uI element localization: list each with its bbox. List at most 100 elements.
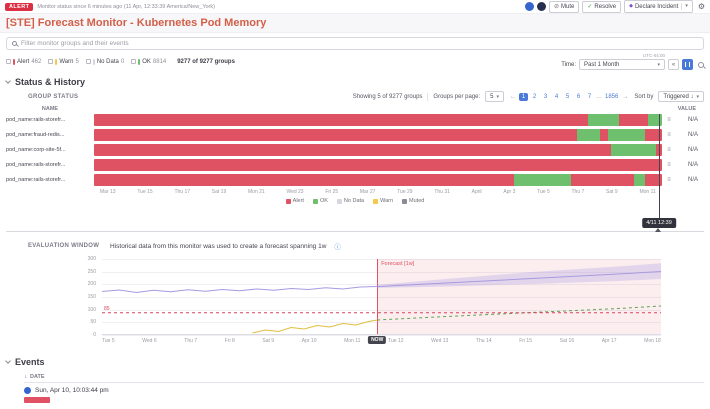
y-axis-label: 100 bbox=[88, 307, 96, 313]
time-scrubber[interactable] bbox=[0, 228, 710, 234]
monitor-status-since-text: Monitor status since 6 minutes ago (11 A… bbox=[37, 4, 215, 10]
chevron-down-icon[interactable]: ▾ bbox=[685, 4, 688, 9]
axis-tick-label: Mon 21 bbox=[248, 189, 265, 195]
pan-left-button[interactable]: « bbox=[668, 59, 679, 70]
x-axis-label: Sat 9 bbox=[262, 338, 274, 344]
scrubber-track[interactable] bbox=[6, 231, 704, 232]
checkbox[interactable] bbox=[6, 59, 11, 64]
page-button[interactable]: 3 bbox=[541, 93, 550, 101]
status-history-bar[interactable] bbox=[94, 159, 662, 171]
event-status-chip bbox=[24, 397, 50, 403]
row-menu-icon[interactable]: ≡ bbox=[662, 147, 676, 153]
user-avatar[interactable] bbox=[537, 2, 546, 11]
x-axis-label: Tue 5 bbox=[102, 338, 115, 344]
group-value: N/A bbox=[676, 132, 704, 138]
legend-swatch bbox=[373, 199, 378, 204]
scrubber-handle[interactable] bbox=[655, 228, 661, 232]
search-row bbox=[0, 33, 710, 53]
group-name[interactable]: pod_name:rails-storefr... bbox=[6, 177, 94, 183]
page-button[interactable]: 1856 bbox=[604, 93, 619, 101]
mute-button[interactable]: ⊘ Mute bbox=[549, 1, 579, 13]
events-section-header[interactable]: Events bbox=[0, 351, 710, 370]
status-history-bar[interactable] bbox=[94, 129, 662, 141]
legend-item: Muted bbox=[402, 198, 424, 204]
x-axis-label: Wed 13 bbox=[431, 338, 448, 344]
filter-count: 5 bbox=[75, 59, 78, 65]
axis-tick-label: Mar 27 bbox=[360, 189, 376, 195]
groups-per-page-select[interactable]: 5 ▾ bbox=[485, 91, 504, 102]
group-status-table: pod_name:rails-storefr...≡N/Apod_name:fr… bbox=[0, 112, 710, 204]
filter-no_data[interactable]: No Data0 bbox=[86, 59, 124, 65]
group-name[interactable]: pod_name:rails-storefr... bbox=[6, 117, 94, 123]
now-marker[interactable]: NOW bbox=[368, 336, 386, 344]
page-button[interactable]: 5 bbox=[563, 93, 572, 101]
y-axis-label: 250 bbox=[88, 269, 96, 275]
group-status-table-header: NAME VALUE bbox=[0, 104, 710, 112]
filter-alert[interactable]: Alert462 bbox=[6, 59, 41, 65]
events-section-title: Events bbox=[15, 357, 45, 367]
time-controls: UTC-04:00 Time: Past 1 Month ▾ « bbox=[561, 53, 704, 70]
table-row: pod_name:rails-storefr...≡N/A bbox=[6, 114, 704, 126]
status-swatch bbox=[13, 59, 15, 65]
page-button[interactable]: 6 bbox=[574, 93, 583, 101]
event-row[interactable]: Sun, Apr 10, 10:03:44 pm bbox=[24, 383, 704, 396]
gear-icon[interactable]: ⚙ bbox=[698, 2, 705, 11]
group-name[interactable]: pod_name:corp-site-5f... bbox=[6, 147, 94, 153]
filter-ok[interactable]: OK8814 bbox=[131, 59, 166, 65]
row-menu-icon[interactable]: ≡ bbox=[662, 117, 676, 123]
timeline-view-toggle[interactable] bbox=[682, 59, 693, 70]
search-box[interactable] bbox=[6, 37, 704, 50]
status-legend: AlertOKNo DataWarnMuted bbox=[6, 198, 704, 204]
sort-select[interactable]: Triggered ↓ ▾ bbox=[658, 91, 704, 102]
checkbox[interactable] bbox=[131, 59, 136, 64]
status-history-bar[interactable] bbox=[94, 114, 662, 126]
notifications-avatar[interactable] bbox=[525, 2, 534, 11]
timeframe-value: Past 1 Month bbox=[584, 62, 619, 68]
y-axis-label: 300 bbox=[88, 256, 96, 262]
info-icon[interactable]: ⓘ bbox=[334, 241, 341, 251]
status-segment bbox=[94, 114, 588, 126]
declare-incident-button[interactable]: ◆ Declare Incident ▾ bbox=[624, 0, 693, 13]
events-table-header[interactable]: ↓ DATE bbox=[24, 372, 704, 383]
axis-tick-label: Thu 31 bbox=[434, 189, 450, 195]
forecast-chart: 050100150200250300 NOW Forecast [1w]85 T… bbox=[0, 259, 710, 351]
status-history-section-header[interactable]: Status & History bbox=[0, 71, 710, 90]
page-prev-button[interactable]: ← bbox=[509, 94, 517, 100]
page-button[interactable]: 7 bbox=[585, 93, 594, 101]
pagination: ←1234567…1856→ bbox=[509, 93, 629, 101]
axis-tick-label: Tue 15 bbox=[137, 189, 152, 195]
x-axis-label: Thu 14 bbox=[476, 338, 492, 344]
checkbox[interactable] bbox=[48, 59, 53, 64]
resolve-button[interactable]: ✓ Resolve bbox=[582, 1, 621, 13]
legend-item: No Data bbox=[337, 198, 364, 204]
zoom-icon[interactable] bbox=[698, 62, 704, 68]
page-next-button[interactable]: → bbox=[621, 94, 629, 100]
status-swatch bbox=[138, 59, 140, 65]
filter-warn[interactable]: Warn5 bbox=[48, 59, 78, 65]
group-name[interactable]: pod_name:fraud-redis... bbox=[6, 132, 94, 138]
group-name[interactable]: pod_name:rails-storefr... bbox=[6, 162, 94, 168]
chevron-down-icon bbox=[5, 358, 11, 364]
group-status-label: GROUP STATUS bbox=[28, 94, 78, 100]
filter-label: Alert bbox=[17, 59, 29, 65]
chevron-down-icon: ▾ bbox=[696, 94, 699, 100]
sort-by-label: Sort by bbox=[634, 94, 653, 100]
row-menu-icon[interactable]: ≡ bbox=[662, 177, 676, 183]
page-button[interactable]: 1 bbox=[519, 93, 528, 101]
chart-plot-area[interactable]: NOW Forecast [1w]85 bbox=[102, 259, 661, 335]
page-button[interactable]: 4 bbox=[552, 93, 561, 101]
row-menu-icon[interactable]: ≡ bbox=[662, 132, 676, 138]
row-menu-icon[interactable]: ≡ bbox=[662, 162, 676, 168]
axis-tick-label: Sat 9 bbox=[606, 189, 618, 195]
chart-y-axis: 050100150200250300 bbox=[0, 259, 98, 335]
status-history-section-title: Status & History bbox=[15, 77, 85, 87]
axis-tick-label: Thu 17 bbox=[174, 189, 190, 195]
search-input[interactable] bbox=[21, 40, 698, 47]
page-button[interactable]: 2 bbox=[530, 93, 539, 101]
filter-count: 0 bbox=[121, 59, 124, 65]
checkbox[interactable] bbox=[86, 59, 91, 64]
status-history-bar[interactable] bbox=[94, 144, 662, 156]
group-status-toolbar: GROUP STATUS Showing 5 of 9277 groups Gr… bbox=[0, 90, 710, 104]
timeframe-select[interactable]: Past 1 Month ▾ bbox=[579, 59, 665, 70]
status-history-bar[interactable] bbox=[94, 174, 662, 186]
